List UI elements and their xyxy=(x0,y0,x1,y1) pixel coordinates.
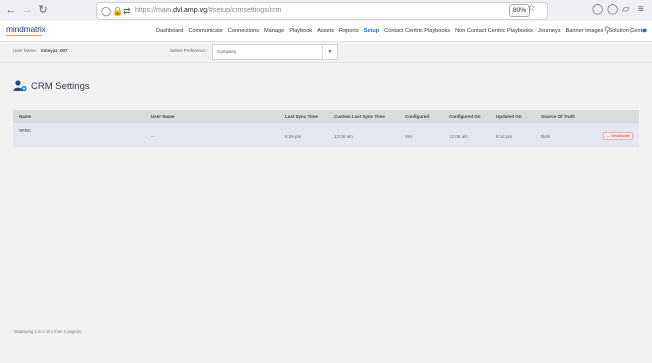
user-icon[interactable]: ● xyxy=(642,25,647,35)
select-preference-label: Select Preference : xyxy=(170,48,209,53)
bookmark-star-icon[interactable]: ☆ xyxy=(527,2,536,16)
col-last-sync[interactable]: Last Sync Time xyxy=(285,114,318,119)
crm-table: Name User Name Last Sync Time Custom Las… xyxy=(13,110,639,147)
chevron-down-icon[interactable]: ▼ xyxy=(322,45,337,59)
account-icon[interactable]: ◯ xyxy=(607,3,618,17)
cell-name: SFDC xyxy=(19,128,32,133)
menu-item-connections[interactable]: Connections xyxy=(228,28,259,34)
col-updated-on[interactable]: Updated On xyxy=(496,114,522,119)
menu-item-contact-centric-playbooks[interactable]: Contact Centric Playbooks xyxy=(384,28,450,34)
pagination-text: Displaying 1 to 1 of 1 from 1 page(s) xyxy=(14,329,82,334)
pocket-icon[interactable]: ◯ xyxy=(592,3,603,17)
url-text: https://main.dvl.amp.vg/#setup/crmsettin… xyxy=(135,7,282,14)
cell-configured: Yes xyxy=(405,134,413,139)
menu-icon[interactable]: ≡ xyxy=(638,3,644,17)
cell-custom-last-sync: 12:06 am xyxy=(334,134,353,139)
menu-item-non-contact-centric-playbooks[interactable]: Non Contact Centric Playbooks xyxy=(455,28,533,34)
back-icon[interactable]: ← xyxy=(4,3,18,17)
user-name-label: User Name: xyxy=(13,48,38,53)
menu-item-manage[interactable]: Manage xyxy=(264,28,284,34)
col-configured-on[interactable]: Configured On xyxy=(449,114,481,119)
user-name-value: Imteyaz_007 xyxy=(41,48,68,53)
reload-icon[interactable]: ↻ xyxy=(36,3,50,17)
table-header: Name User Name Last Sync Time Custom Las… xyxy=(13,110,639,122)
col-configured[interactable]: Configured xyxy=(405,114,429,119)
app-header: mindmatrix Dashboard Communicate Connectio… xyxy=(0,21,652,42)
col-user-name[interactable]: User Name xyxy=(151,114,175,119)
menu-item-reports[interactable]: Reports xyxy=(339,28,359,34)
page-title: CRM Settings xyxy=(31,81,90,92)
deactivate-button[interactable]: — Deactivate xyxy=(602,132,633,140)
permissions-icon: ⇄ xyxy=(123,6,131,16)
cell-source-of-truth: Both xyxy=(541,134,551,139)
cell-updated-on: 9:14 pm xyxy=(496,134,513,139)
menu-item-dashboard[interactable]: Dashboard xyxy=(156,28,183,34)
preference-select[interactable]: Company ▼ xyxy=(212,44,338,60)
logo-underline xyxy=(6,35,42,36)
menu-item-journeys[interactable]: Journeys xyxy=(538,28,561,34)
preference-select-value: Company xyxy=(217,49,237,54)
menu-item-assets[interactable]: Assets xyxy=(317,28,334,34)
search-icon[interactable]: ⚲ xyxy=(604,25,611,36)
extensions-icon[interactable]: ▱ xyxy=(622,3,630,17)
shield-icon: ◯ xyxy=(101,6,112,16)
forward-icon[interactable]: → xyxy=(20,3,34,17)
cell-last-sync: 6:59 pm xyxy=(285,134,302,139)
cell-configured-on: 12:06 am xyxy=(449,134,468,139)
menu-item-banner-images[interactable]: Banner Images xyxy=(566,28,604,34)
divider xyxy=(0,62,652,63)
menu-item-setup[interactable]: Setup xyxy=(364,28,380,34)
col-name[interactable]: Name xyxy=(19,114,31,119)
lock-icon: 🔒 xyxy=(112,6,124,16)
col-source-of-truth[interactable]: Source Of Truth xyxy=(541,114,575,119)
col-custom-last-sync[interactable]: Custom Last Sync Time xyxy=(334,114,385,119)
users-settings-icon xyxy=(13,80,27,92)
deactivate-label: Deactivate xyxy=(611,133,630,138)
menu-item-communicate[interactable]: Communicate xyxy=(188,28,223,34)
browser-toolbar: ← → ↻ ◯ 🔒 ⇄ https://main.dvl.amp.vg/#set… xyxy=(0,0,652,22)
table-row[interactable]: SFDC -- 6:59 pm 12:06 am Yes 12:06 am 9:… xyxy=(13,122,639,147)
logo[interactable]: mindmatrix xyxy=(6,24,46,34)
cell-user-name: -- xyxy=(151,134,154,139)
address-bar[interactable]: ◯ 🔒 ⇄ https://main.dvl.amp.vg/#setup/crm… xyxy=(96,2,548,20)
bell-icon[interactable]: ♢ xyxy=(627,25,635,36)
menu-item-playbook[interactable]: Playbook xyxy=(289,28,312,34)
main-menu: Dashboard Communicate Connections Manage Pla… xyxy=(156,28,652,34)
